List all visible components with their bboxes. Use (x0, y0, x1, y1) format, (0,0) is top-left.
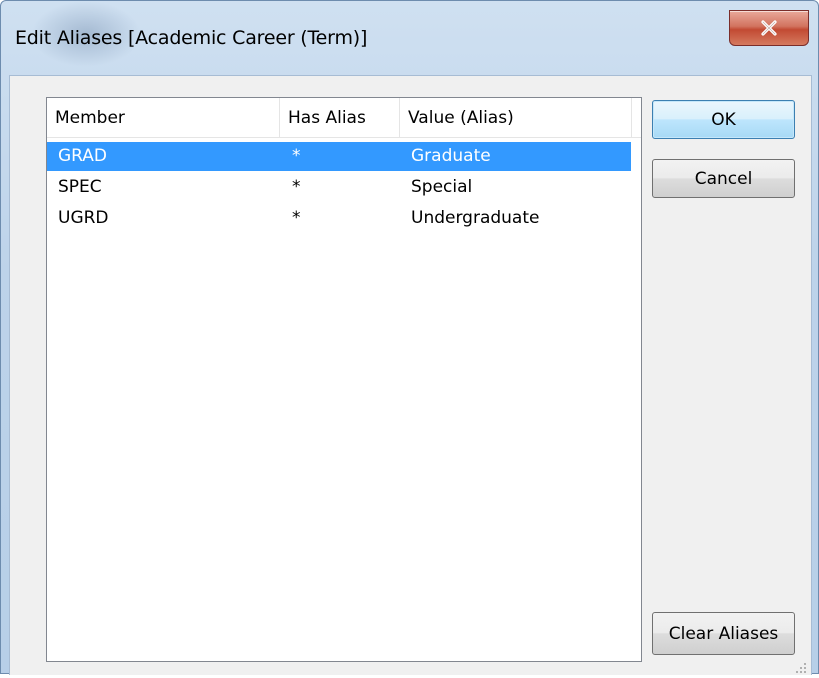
window-title: Edit Aliases [Academic Career (Term)] (15, 27, 368, 49)
row-member: SPEC (58, 177, 102, 197)
close-button[interactable] (729, 10, 809, 46)
clear-aliases-button[interactable]: Clear Aliases (652, 612, 795, 655)
selection-highlight (47, 142, 631, 171)
list-header: Member Has Alias Value (Alias) (47, 98, 641, 138)
row-value: Graduate (411, 146, 491, 166)
ok-button[interactable]: OK (652, 100, 795, 139)
column-header-has-alias[interactable]: Has Alias (280, 98, 400, 137)
row-value: Undergraduate (411, 208, 540, 228)
close-x-icon (760, 20, 778, 36)
dialog-client-area: Member Has Alias Value (Alias) GRAD * Gr… (9, 75, 812, 675)
resize-grip-icon[interactable] (795, 659, 807, 673)
list-row-spec[interactable]: SPEC * Special (47, 173, 641, 202)
alias-list[interactable]: Member Has Alias Value (Alias) GRAD * Gr… (46, 97, 642, 662)
list-row-grad[interactable]: GRAD * Graduate (47, 142, 641, 171)
row-member: UGRD (58, 208, 109, 228)
edit-aliases-dialog: Edit Aliases [Academic Career (Term)] Me… (0, 0, 819, 675)
row-member: GRAD (58, 146, 108, 166)
column-header-value-alias[interactable]: Value (Alias) (400, 98, 632, 137)
column-header-member[interactable]: Member (47, 98, 280, 137)
row-has-alias: * (292, 208, 301, 228)
list-row-ugrd[interactable]: UGRD * Undergraduate (47, 204, 641, 233)
row-value: Special (411, 177, 473, 197)
cancel-button[interactable]: Cancel (652, 159, 795, 198)
row-has-alias: * (292, 146, 301, 166)
row-has-alias: * (292, 177, 301, 197)
